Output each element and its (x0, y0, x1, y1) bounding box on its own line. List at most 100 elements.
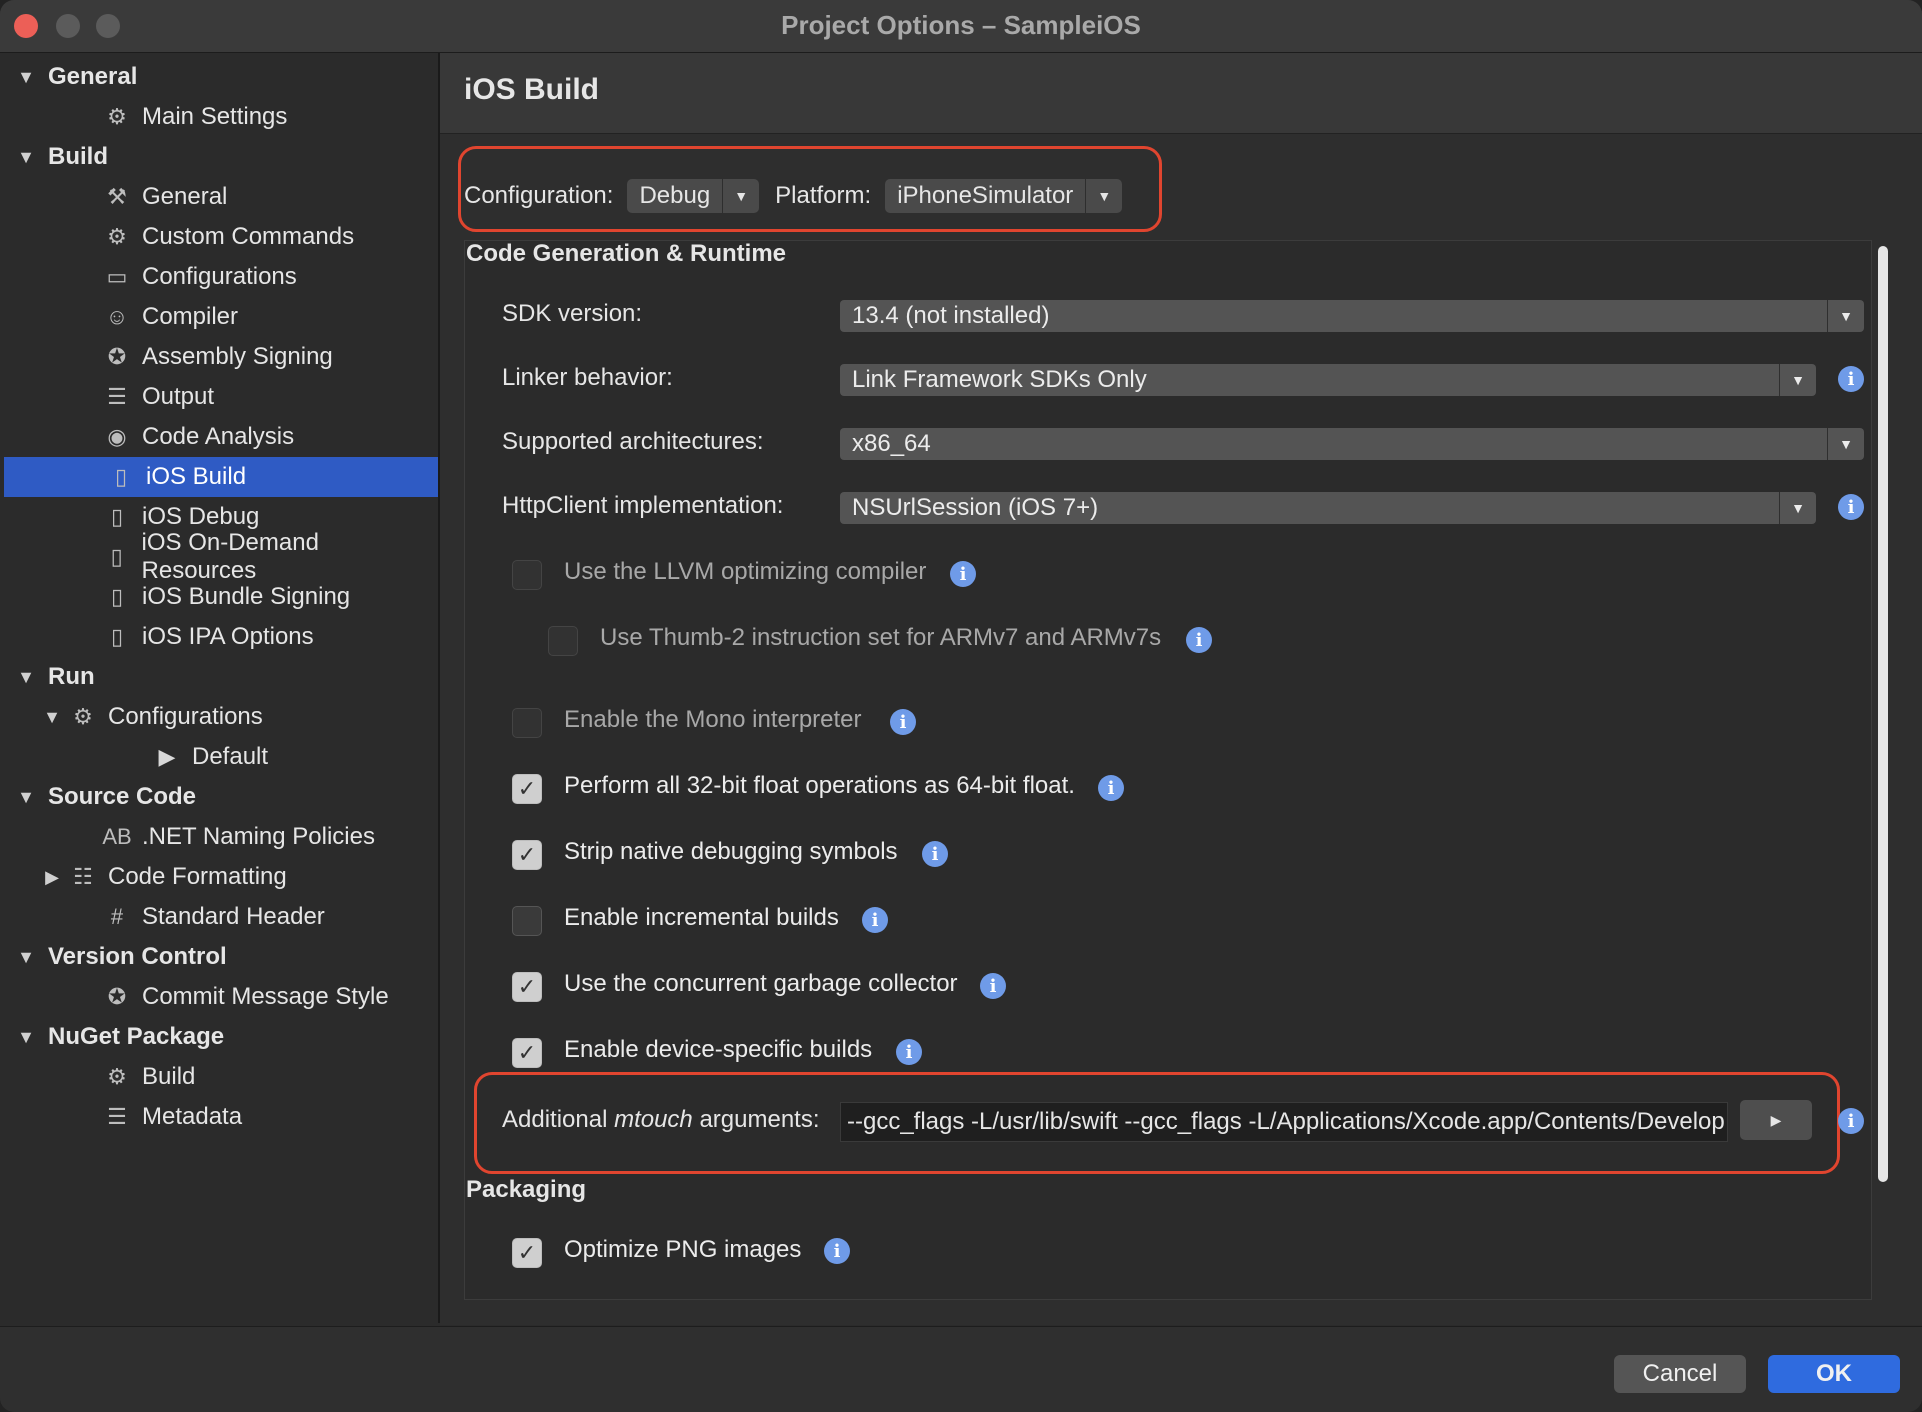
info-icon[interactable]: i (890, 709, 916, 735)
sidebar-item[interactable]: ▼ Version Control (0, 937, 438, 977)
sidebar-item-label: Metadata (142, 1103, 243, 1130)
sidebar-item[interactable]: ⚒ General (0, 177, 438, 217)
info-icon[interactable]: i (1186, 627, 1212, 653)
sidebar-item[interactable]: ☰ Metadata (0, 1097, 438, 1137)
dialog-footer: Cancel OK (0, 1326, 1922, 1412)
architectures-select[interactable]: x86_64 ▼ (840, 428, 1864, 460)
window-icon: ▭ (106, 264, 128, 289)
option-checkbox[interactable] (512, 708, 542, 738)
triangle-down-icon[interactable]: ▼ (12, 787, 40, 808)
sidebar-item[interactable]: AB .NET Naming Policies (0, 817, 438, 857)
sidebar-item[interactable]: ▭ Configurations (0, 257, 438, 297)
triangle-down-icon[interactable]: ▼ (12, 147, 40, 168)
option-checkbox[interactable] (512, 906, 542, 936)
phone-icon: ▯ (110, 584, 124, 609)
sidebar-item-label: Default (192, 743, 269, 770)
sidebar-item[interactable]: ⚙ Main Settings (0, 97, 438, 137)
info-icon[interactable]: i (1838, 366, 1864, 392)
phone-icon: ▯ (114, 464, 128, 489)
badge-check-icon: ✪ (107, 344, 127, 369)
sidebar-item[interactable]: ☰ Output (0, 377, 438, 417)
sidebar-item[interactable]: ☺ Compiler (0, 297, 438, 337)
httpclient-value: NSUrlSession (iOS 7+) (852, 494, 1099, 521)
info-icon[interactable]: i (950, 561, 976, 587)
info-icon[interactable]: i (922, 841, 948, 867)
sidebar-item[interactable]: ✪ Assembly Signing (0, 337, 438, 377)
sidebar-item[interactable]: ◉ Code Analysis (0, 417, 438, 457)
info-icon[interactable]: i (1838, 1108, 1864, 1134)
sidebar-item-label: iOS Bundle Signing (142, 583, 351, 610)
panel-header: iOS Build (440, 53, 1922, 134)
option-checkbox[interactable]: ✓ (512, 1038, 542, 1068)
sidebar-item[interactable]: ▼ Source Code (0, 777, 438, 817)
sidebar-item-label: Code Formatting (108, 863, 287, 890)
sidebar-item[interactable]: # Standard Header (0, 897, 438, 937)
mtouch-arguments-input[interactable]: --gcc_flags -L/usr/lib/swift --gcc_flags… (840, 1102, 1728, 1142)
linker-behavior-value: Link Framework SDKs Only (852, 366, 1147, 393)
info-icon[interactable]: i (824, 1238, 850, 1264)
ok-button[interactable]: OK (1768, 1355, 1900, 1393)
info-icon[interactable]: i (896, 1039, 922, 1065)
option-checkbox[interactable]: ✓ (512, 972, 542, 1002)
gear-icon: ⚙ (107, 104, 127, 129)
triangle-down-icon[interactable]: ▼ (12, 667, 40, 688)
info-icon[interactable]: i (980, 973, 1006, 999)
info-icon[interactable]: i (1838, 494, 1864, 520)
sidebar-item[interactable]: ⚙ Custom Commands (0, 217, 438, 257)
sidebar-item[interactable]: ▼ ⚙ Configurations (0, 697, 438, 737)
linker-behavior-select[interactable]: Link Framework SDKs Only ▼ (840, 364, 1816, 396)
sidebar-item[interactable]: ▯ iOS Bundle Signing (0, 577, 438, 617)
option-checkbox[interactable]: ✓ (512, 774, 542, 804)
vertical-scrollbar[interactable] (1878, 246, 1888, 1182)
httpclient-select[interactable]: NSUrlSession (iOS 7+) ▼ (840, 492, 1816, 524)
chevron-down-icon: ▼ (1827, 300, 1864, 332)
optimize-png-checkbox[interactable]: ✓ (512, 1238, 542, 1268)
sidebar-item-label: Configurations (142, 263, 297, 290)
sidebar-item-label: iOS IPA Options (142, 623, 314, 650)
document-lines-icon: ☰ (107, 1104, 127, 1129)
info-icon[interactable]: i (862, 907, 888, 933)
hash-icon: # (110, 904, 124, 929)
sidebar-item-label: NuGet Package (48, 1023, 225, 1050)
sdk-version-value: 13.4 (not installed) (852, 302, 1050, 329)
triangle-down-icon[interactable]: ▼ (38, 707, 66, 728)
sidebar-item[interactable]: ▼ NuGet Package (0, 1017, 438, 1057)
sidebar-item-label: Run (48, 663, 95, 690)
phone-icon: ▯ (110, 544, 123, 569)
badge-check-icon: ✪ (107, 984, 127, 1009)
option-checkbox[interactable] (512, 560, 542, 590)
sidebar-item[interactable]: ▼ Build (0, 137, 438, 177)
window-title: Project Options – SampleiOS (781, 10, 1141, 40)
architectures-label: Supported architectures: (502, 428, 764, 455)
triangle-right-icon[interactable]: ▶ (38, 867, 66, 888)
sidebar-item[interactable]: ✪ Commit Message Style (0, 977, 438, 1017)
options-sidebar: ▼ General ⚙ Main Settings ▼ Build ⚒ General ⚙ Cus… (0, 53, 440, 1323)
mtouch-expand-button[interactable]: ▶ (1740, 1100, 1812, 1140)
option-checkbox-label: Enable device-specific builds (564, 1036, 873, 1063)
triangle-down-icon[interactable]: ▼ (12, 67, 40, 88)
info-icon[interactable]: i (1098, 775, 1124, 801)
sidebar-item[interactable]: ▶ ☷ Code Formatting (0, 857, 438, 897)
option-checkbox-label: Use the concurrent garbage collector (564, 970, 958, 997)
sidebar-item[interactable]: ▯ iOS On-Demand Resources (0, 529, 438, 584)
sidebar-item-label: Standard Header (142, 903, 325, 930)
option-checkbox[interactable]: ✓ (512, 840, 542, 870)
sidebar-item-label: Code Analysis (142, 423, 295, 450)
sidebar-item[interactable]: ⚙ Build (0, 1057, 438, 1097)
cancel-button[interactable]: Cancel (1614, 1355, 1746, 1393)
option-checkbox[interactable] (548, 626, 578, 656)
sdk-version-select[interactable]: 13.4 (not installed) ▼ (840, 300, 1864, 332)
mtouch-label: Additional mtouch arguments: (502, 1106, 820, 1134)
hammer-icon: ⚒ (107, 184, 127, 209)
sidebar-item[interactable]: ▶ Default (0, 737, 438, 777)
sidebar-item[interactable]: ▼ General (0, 57, 438, 97)
sidebar-item[interactable]: ▯ iOS Build (4, 457, 438, 497)
option-checkbox-label: Use Thumb-2 instruction set for ARMv7 an… (600, 624, 1162, 651)
sidebar-item[interactable]: ▼ Run (0, 657, 438, 697)
triangle-down-icon[interactable]: ▼ (12, 947, 40, 968)
sidebar-item[interactable]: ▯ iOS IPA Options (0, 617, 438, 657)
project-options-window: Project Options – SampleiOS ▼ General ⚙ Mai… (0, 0, 1922, 1412)
sidebar-item-label: .NET Naming Policies (142, 823, 375, 850)
triangle-down-icon[interactable]: ▼ (12, 1027, 40, 1048)
sidebar-item-label: Source Code (48, 783, 197, 810)
